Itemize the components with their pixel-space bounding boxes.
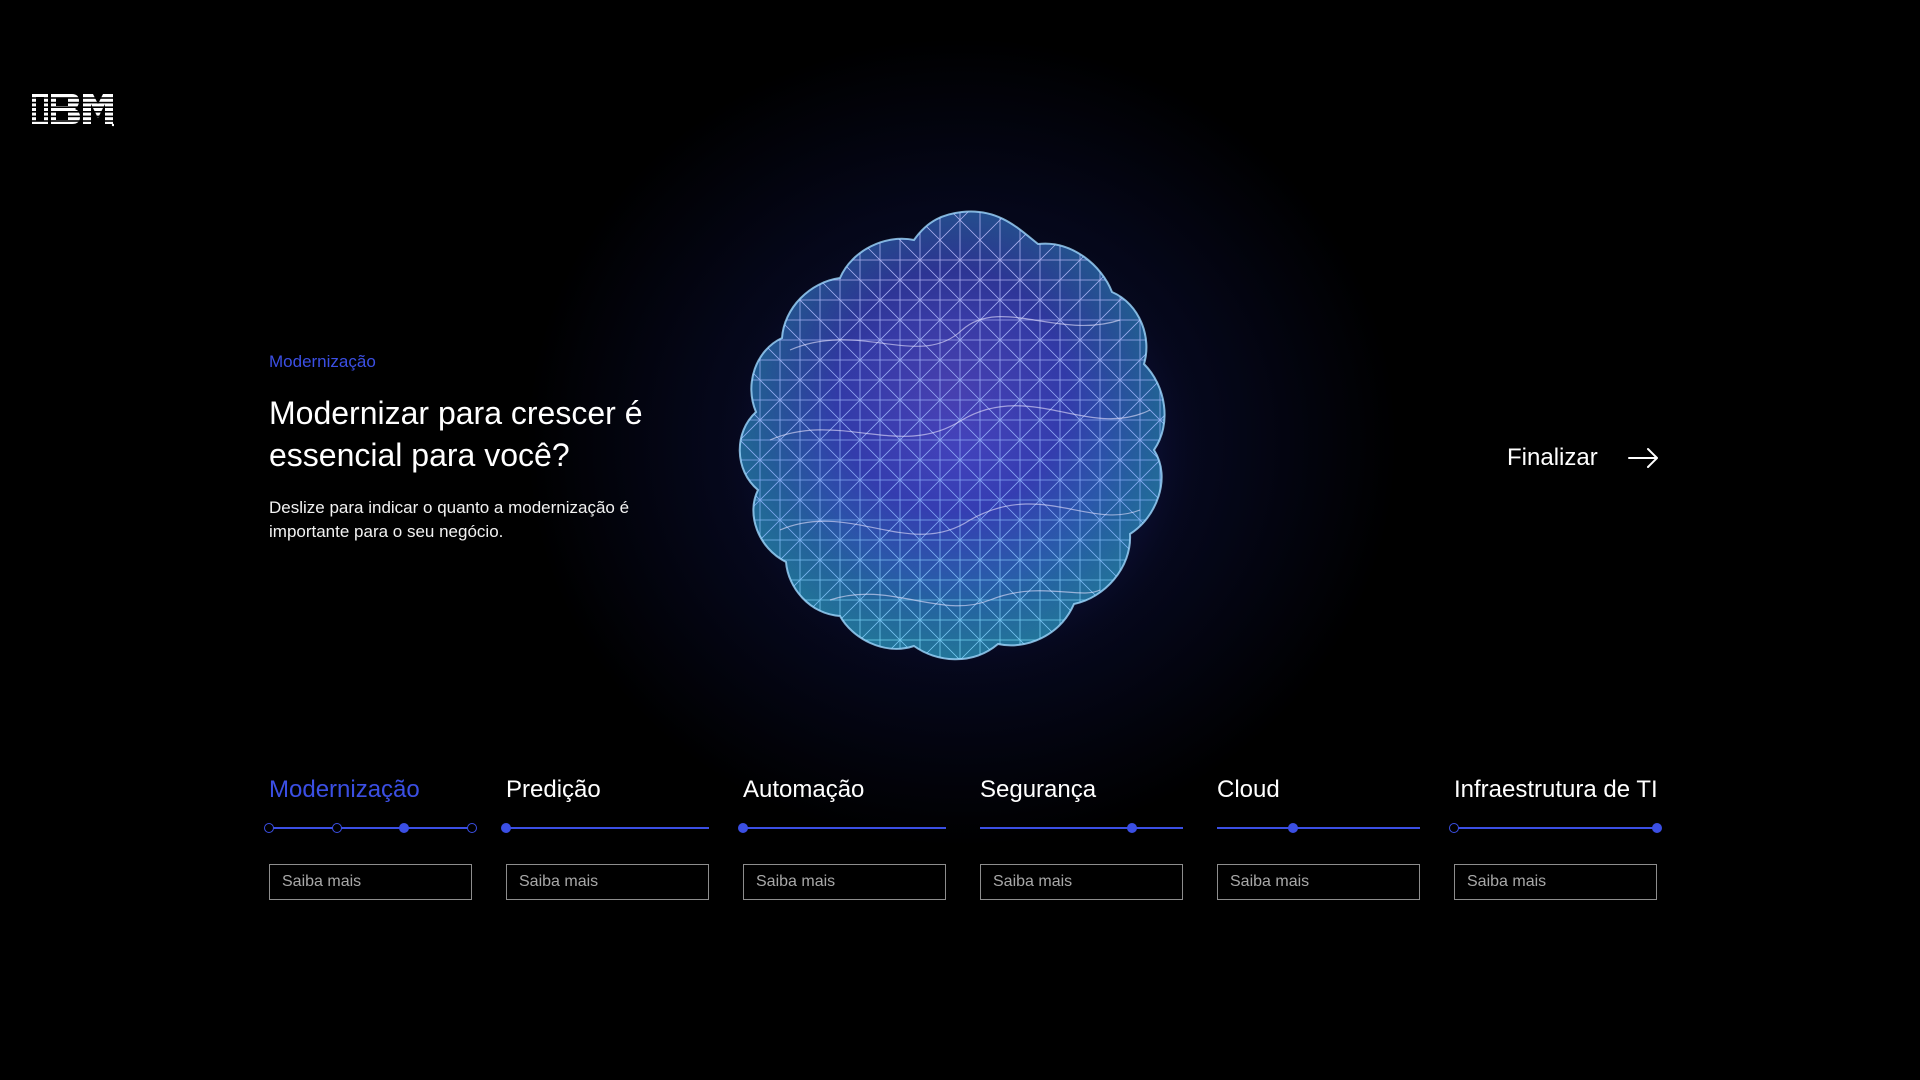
instruction-text: Deslize para indicar o quanto a moderniz… xyxy=(269,498,630,541)
topic-title[interactable]: Segurança xyxy=(980,774,1183,806)
topic-seguranca: Segurança Saiba mais xyxy=(980,774,1183,900)
slider-track xyxy=(1217,827,1420,829)
slider-thumb[interactable] xyxy=(738,823,748,833)
learn-more-button[interactable]: Saiba mais xyxy=(1454,864,1657,900)
ibm-logo-mark xyxy=(32,94,114,127)
page-title: Modernizar para crescer é essencial para… xyxy=(269,395,643,473)
learn-more-button[interactable]: Saiba mais xyxy=(506,864,709,900)
finish-button-label: Finalizar xyxy=(1507,444,1598,471)
page: Modernização Modernizar para crescer é e… xyxy=(0,0,1920,1080)
importance-slider[interactable] xyxy=(980,820,1183,836)
slider-track xyxy=(269,827,472,829)
section-eyebrow: Modernização xyxy=(269,352,376,371)
wireframe-sphere-visual xyxy=(704,200,1220,684)
learn-more-button[interactable]: Saiba mais xyxy=(269,864,472,900)
ibm-logo[interactable] xyxy=(32,94,114,130)
intro-section: Modernização Modernizar para crescer é e… xyxy=(269,352,689,544)
learn-more-button[interactable]: Saiba mais xyxy=(743,864,946,900)
topic-automacao: Automação Saiba mais xyxy=(738,774,946,900)
topic-infraestrutura-ti: Infraestrutura de TI Saiba mais xyxy=(1449,774,1662,900)
topic-modernizacao: Modernização Saiba mais xyxy=(264,774,477,900)
topic-cloud: Cloud Saiba mais xyxy=(1217,774,1420,900)
learn-more-button[interactable]: Saiba mais xyxy=(980,864,1183,900)
topic-title[interactable]: Automação xyxy=(743,774,946,806)
slider-thumb[interactable] xyxy=(501,823,511,833)
slider-tick xyxy=(1449,823,1459,833)
learn-more-button[interactable]: Saiba mais xyxy=(1217,864,1420,900)
topic-predicao: Predição Saiba mais xyxy=(501,774,709,900)
arrow-right-icon xyxy=(1627,448,1658,468)
finish-button[interactable]: Finalizar xyxy=(1507,444,1660,472)
importance-slider[interactable] xyxy=(1449,820,1662,836)
topic-title[interactable]: Predição xyxy=(506,774,709,806)
slider-track xyxy=(506,827,709,829)
slider-thumb[interactable] xyxy=(1288,823,1299,833)
importance-slider[interactable] xyxy=(1217,820,1420,836)
topic-title[interactable]: Infraestrutura de TI xyxy=(1454,774,1658,806)
importance-slider[interactable] xyxy=(264,820,477,836)
slider-thumb[interactable] xyxy=(1127,823,1138,833)
slider-thumb[interactable] xyxy=(399,823,410,833)
topic-title[interactable]: Modernização xyxy=(269,774,472,806)
topic-title[interactable]: Cloud xyxy=(1217,774,1420,806)
slider-tick xyxy=(264,823,274,833)
importance-slider[interactable] xyxy=(738,820,946,836)
slider-thumb[interactable] xyxy=(1652,823,1662,833)
slider-track xyxy=(743,827,946,829)
slider-tick xyxy=(331,823,342,833)
importance-slider[interactable] xyxy=(501,820,709,836)
slider-tick xyxy=(467,823,477,833)
slider-track xyxy=(980,827,1183,829)
slider-track xyxy=(1454,827,1657,829)
